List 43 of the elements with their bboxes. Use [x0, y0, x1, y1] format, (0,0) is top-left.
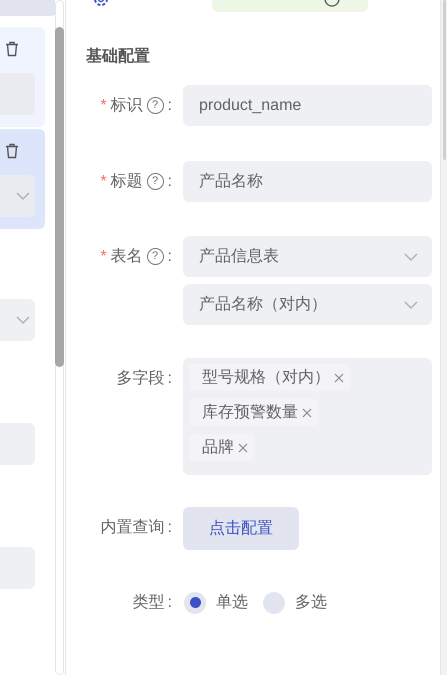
- label-colon: :: [168, 248, 172, 266]
- close-icon[interactable]: [238, 442, 248, 452]
- help-icon[interactable]: ?: [146, 248, 164, 265]
- label-colon: :: [168, 594, 172, 612]
- label-colon: :: [168, 370, 172, 388]
- close-icon[interactable]: [302, 408, 312, 418]
- chevron-down-icon: [16, 316, 30, 324]
- selected-tag: 库存预警数量: [189, 399, 318, 426]
- field-label: 表名: [110, 246, 143, 267]
- radio-button[interactable]: [263, 592, 285, 614]
- required-mark: *: [100, 248, 107, 266]
- section-title: 基础配置: [86, 46, 151, 67]
- input-field[interactable]: product_name: [183, 85, 432, 126]
- scrollbar-thumb[interactable]: [55, 27, 64, 367]
- help-icon[interactable]: ?: [146, 97, 164, 114]
- select-field[interactable]: 产品信息表: [183, 236, 432, 277]
- label-colon: :: [168, 518, 172, 536]
- chevron-down-icon: [404, 252, 418, 260]
- field-label: 类型: [132, 592, 165, 613]
- radio-label[interactable]: 多选: [295, 592, 327, 613]
- trash-icon[interactable]: [5, 143, 19, 159]
- selected-tag: 型号规格（对内）: [189, 364, 350, 391]
- input-field[interactable]: 产品名称: [183, 161, 432, 202]
- label-colon: :: [168, 96, 172, 114]
- multi-select-field[interactable]: 型号规格（对内） 库存预警数量 品牌: [183, 358, 432, 475]
- chevron-down-icon: [404, 300, 418, 308]
- field-label: 标题: [110, 172, 143, 192]
- label-colon: :: [168, 172, 172, 190]
- field-label: 标识: [110, 96, 143, 116]
- select-field[interactable]: 产品名称（对内）: [183, 284, 432, 325]
- chevron-down-icon: [16, 192, 30, 200]
- field-label: 多字段: [116, 368, 165, 389]
- required-mark: *: [100, 172, 107, 190]
- selected-tag: 品牌: [189, 434, 254, 461]
- close-icon[interactable]: [334, 372, 344, 382]
- required-mark: *: [100, 96, 107, 114]
- field-label: 内置查询: [100, 518, 165, 538]
- trash-icon[interactable]: [5, 41, 19, 57]
- configure-button[interactable]: 点击配置: [183, 507, 299, 550]
- radio-label[interactable]: 单选: [216, 592, 248, 613]
- radio-button[interactable]: [184, 592, 206, 614]
- scrollbar-thumb[interactable]: [443, 0, 446, 160]
- help-icon[interactable]: ?: [146, 173, 164, 190]
